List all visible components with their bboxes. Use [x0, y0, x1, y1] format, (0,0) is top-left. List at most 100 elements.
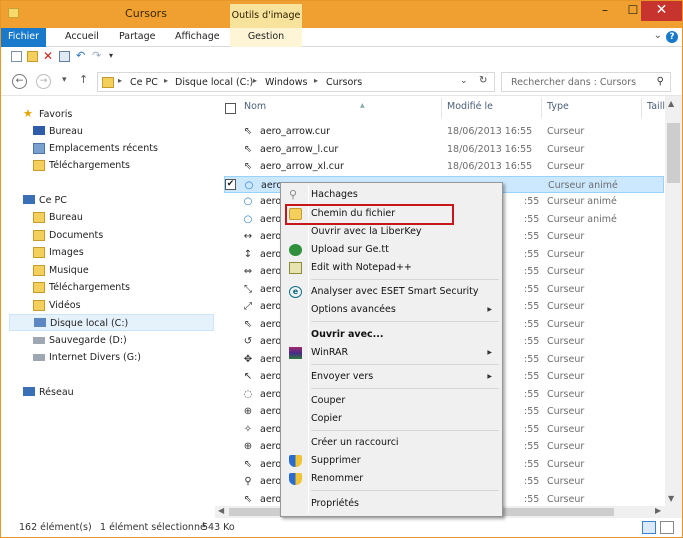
column-header-type[interactable]: Type: [547, 101, 569, 116]
properties-icon[interactable]: [11, 51, 22, 62]
nav-local-disk[interactable]: Disque local (C:): [9, 314, 214, 331]
file-type: Curseur: [547, 493, 585, 505]
cursor-file-icon: ⤢: [244, 301, 252, 312]
tab-share[interactable]: Partage: [111, 28, 163, 47]
new-folder-icon[interactable]: [27, 51, 38, 62]
menu-item-advanced-options[interactable]: Options avancées ▶: [283, 301, 500, 319]
menu-item-delete[interactable]: Supprimer: [283, 452, 500, 470]
column-separator[interactable]: [641, 98, 642, 118]
scroll-right-icon[interactable]: ▶: [655, 506, 661, 515]
menu-item-send-to[interactable]: Envoyer vers ▶: [283, 368, 500, 386]
menu-item-cut[interactable]: Couper: [283, 392, 500, 410]
rename-icon[interactable]: [59, 51, 70, 62]
folder-icon: [33, 265, 45, 276]
breadcrumb-this-pc[interactable]: Ce PC: [130, 77, 158, 88]
separator-icon: ▸: [314, 76, 319, 85]
breadcrumb-local-disk[interactable]: Disque local (C:): [175, 77, 253, 88]
file-row[interactable]: ⇖ aero_arrow_l.cur 18/06/2013 16:55 Curseur: [224, 141, 664, 158]
scroll-left-icon[interactable]: ◀: [218, 506, 224, 515]
title-bar: Cursors Outils d'image – ☐ ✕: [1, 1, 682, 28]
file-type: Curseur: [547, 248, 585, 260]
customize-toolbar-icon[interactable]: ▾: [109, 51, 120, 62]
redo-icon[interactable]: ↷: [92, 50, 103, 62]
address-bar[interactable]: ▸ Ce PC ▸ Disque local (C:) ▸ Windows ▸ …: [97, 72, 495, 92]
column-separator[interactable]: [441, 98, 442, 118]
minimize-button[interactable]: –: [591, 1, 619, 21]
drive-icon: [33, 354, 45, 361]
scroll-up-icon[interactable]: ▲: [668, 99, 674, 108]
cursor-file-icon: ⇖: [243, 143, 253, 155]
cursor-file-icon: ⚲: [244, 476, 252, 487]
column-header-name[interactable]: Nom ▲: [244, 101, 444, 116]
column-header-modified[interactable]: Modifié le: [447, 101, 493, 116]
forward-button[interactable]: →: [36, 74, 51, 89]
file-row[interactable]: ⇖ aero_arrow.cur 18/06/2013 16:55 Curseur: [224, 123, 664, 140]
select-all-checkbox[interactable]: [225, 103, 236, 114]
cursor-file-icon: ⇔: [243, 266, 253, 277]
help-icon[interactable]: ?: [666, 31, 678, 43]
menu-item-open-liberkey[interactable]: Ouvrir avec la LiberKey: [283, 223, 500, 241]
submenu-arrow-icon: ▶: [487, 306, 492, 313]
drive-icon: [34, 318, 46, 327]
tab-file[interactable]: Fichier: [1, 28, 46, 47]
menu-item-notepad[interactable]: Edit with Notepad++: [283, 259, 500, 277]
menu-separator: [311, 490, 499, 491]
file-date: :55: [524, 283, 540, 295]
refresh-icon[interactable]: ↻: [479, 75, 487, 86]
scrollbar-thumb[interactable]: [667, 123, 680, 183]
back-button[interactable]: ←: [12, 74, 27, 89]
menu-item-upload-gett[interactable]: Upload sur Ge.tt: [283, 241, 500, 259]
menu-item-winrar[interactable]: WinRAR ▶: [283, 344, 500, 362]
menu-separator: [311, 364, 499, 365]
recent-locations-icon[interactable]: ▾: [62, 75, 67, 85]
file-type: Curseur: [547, 353, 585, 365]
separator-icon: ▸: [118, 76, 123, 85]
menu-item-hashes[interactable]: ⚲ Hachages: [283, 186, 500, 204]
column-separator[interactable]: [541, 98, 542, 118]
file-date: :55: [524, 301, 540, 312]
file-type: Curseur: [547, 458, 585, 470]
network-icon: [23, 387, 35, 396]
chevron-down-icon[interactable]: ⌄: [654, 30, 662, 41]
file-date: :55: [524, 266, 540, 277]
tab-manage[interactable]: Gestion: [230, 28, 302, 47]
cursor-file-icon: ○: [244, 179, 254, 191]
file-type: Curseur: [547, 231, 585, 242]
menu-item-copy[interactable]: Copier: [283, 410, 500, 428]
history-dropdown-icon[interactable]: ⌄: [460, 76, 468, 86]
scroll-down-icon[interactable]: ▼: [668, 494, 674, 503]
menu-separator: [311, 388, 499, 389]
large-icons-view-icon[interactable]: [660, 521, 674, 534]
undo-icon[interactable]: ↶: [76, 50, 87, 62]
menu-item-properties[interactable]: Propriétés: [283, 495, 500, 513]
menu-item-create-shortcut[interactable]: Créer un raccourci: [283, 434, 500, 452]
menu-item-eset-scan[interactable]: e Analyser avec ESET Smart Security: [283, 283, 500, 301]
menu-item-rename[interactable]: Renommer: [283, 470, 500, 488]
breadcrumb-windows[interactable]: Windows: [265, 77, 307, 88]
tab-home[interactable]: Accueil: [57, 28, 107, 47]
search-icon[interactable]: ⚲: [657, 76, 664, 87]
up-button[interactable]: ↑: [79, 73, 88, 86]
search-input[interactable]: Rechercher dans : Cursors ⚲: [501, 72, 671, 92]
file-date: :55: [524, 476, 540, 487]
tools-context-tab[interactable]: Outils d'image: [230, 4, 302, 28]
vertical-scrollbar[interactable]: ▲ ▼: [665, 96, 682, 506]
gett-icon: [289, 244, 302, 256]
menu-item-open-with[interactable]: Ouvrir avec...: [283, 326, 500, 344]
close-button[interactable]: ✕: [641, 1, 682, 21]
column-header-size[interactable]: Taille: [647, 101, 665, 116]
selection-size: 543 Ko: [202, 522, 235, 533]
cursor-file-icon: ⇖: [243, 458, 253, 470]
folder-icon: [33, 300, 45, 311]
file-row[interactable]: ⇖ aero_arrow_xl.cur 18/06/2013 16:55 Curseu…: [224, 158, 664, 175]
details-view-icon[interactable]: [642, 521, 656, 534]
breadcrumb-cursors[interactable]: Cursors: [326, 77, 362, 88]
tab-view[interactable]: Affichage: [167, 28, 228, 47]
item-count: 162 élément(s): [19, 522, 92, 533]
file-type: Curseur animé: [547, 196, 617, 207]
delete-icon[interactable]: ✕: [43, 50, 54, 62]
row-checkbox[interactable]: ✔: [225, 178, 236, 190]
file-date: :55: [524, 336, 540, 347]
file-date: :55: [524, 318, 540, 330]
cursor-file-icon: ○: [243, 213, 253, 225]
